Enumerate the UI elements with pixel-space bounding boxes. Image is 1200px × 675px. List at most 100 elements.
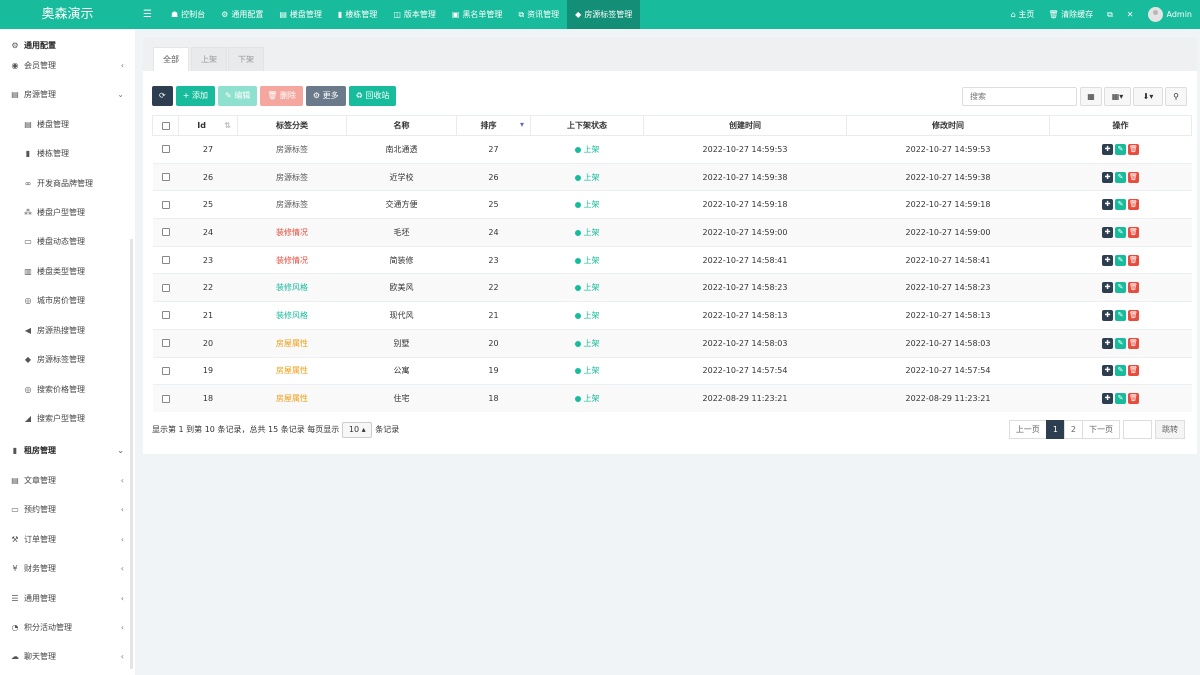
edit-icon[interactable]: ✎	[1115, 254, 1126, 266]
tab-all[interactable]: 全部	[153, 47, 189, 71]
clear-cache-button[interactable]: 🗑 清除缓存	[1048, 9, 1093, 20]
table-row[interactable]: 23 装修情况 简装修 23 上架 2022-10-27 14:58:41 2022-10-…	[152, 245, 1192, 274]
sidebar-item-20[interactable]: ◔ 积分活动管理 ‹	[0, 618, 130, 638]
topnav-item-4[interactable]: ◫ 版本管理	[385, 0, 444, 29]
fullscreen-icon[interactable]: ✕	[1127, 10, 1134, 19]
sidebar-item-19[interactable]: ☰ 通用管理 ‹	[0, 589, 130, 609]
drag-icon[interactable]: ✚	[1102, 393, 1113, 405]
delete-icon[interactable]: 🗑	[1128, 171, 1139, 183]
edit-icon[interactable]: ✎	[1115, 143, 1126, 155]
delete-icon[interactable]: 🗑	[1128, 337, 1139, 349]
sidebar-item-17[interactable]: ⚒ 订单管理 ‹	[0, 530, 130, 550]
edit-icon[interactable]: ✎	[1115, 309, 1126, 321]
row-checkbox[interactable]	[152, 162, 179, 191]
delete-icon[interactable]: 🗑	[1128, 282, 1139, 294]
cell-status[interactable]: 上架	[530, 301, 644, 330]
drag-icon[interactable]: ✚	[1102, 199, 1113, 211]
sidebar-item-1[interactable]: ◉ 会员管理 ‹	[0, 56, 130, 76]
select-all-checkbox[interactable]	[152, 115, 179, 136]
cell-status[interactable]: 上架	[530, 245, 644, 274]
row-checkbox[interactable]	[152, 135, 179, 164]
sidebar-item-16[interactable]: ▭ 预约管理 ‹	[0, 500, 130, 520]
sidebar-item-21[interactable]: ☁ 聊天管理 ‹	[0, 647, 130, 667]
edit-icon[interactable]: ✎	[1115, 171, 1126, 183]
prev-page-button[interactable]: 上一页	[1008, 420, 1047, 439]
sidebar-item-18[interactable]: ¥ 财务管理 ‹	[0, 559, 130, 579]
sidebar-item-3[interactable]: ▤ 楼盘管理	[0, 115, 130, 135]
table-row[interactable]: 25 房源标签 交通方便 25 上架 2022-10-27 14:59:18 2022-10…	[152, 190, 1192, 219]
row-checkbox[interactable]	[152, 218, 179, 247]
cell-status[interactable]: 上架	[530, 273, 644, 302]
topnav-item-0[interactable]: ☗ 控制台	[163, 0, 213, 29]
recycle-bin-button[interactable]: ♻ 回收站	[348, 86, 397, 106]
edit-icon[interactable]: ✎	[1115, 365, 1126, 377]
page-2-button[interactable]: 2	[1063, 420, 1083, 439]
sidebar-item-5[interactable]: ∞ 开发商品牌管理	[0, 174, 130, 194]
cell-status[interactable]: 上架	[530, 356, 644, 385]
delete-icon[interactable]: 🗑	[1128, 393, 1139, 405]
drag-icon[interactable]: ✚	[1102, 337, 1113, 349]
page-1-button[interactable]: 1	[1045, 420, 1065, 439]
topnav-item-1[interactable]: ⚙ 通用配置	[213, 0, 271, 29]
jump-button[interactable]: 跳转	[1155, 420, 1185, 439]
topnav-item-3[interactable]: ▮ 楼栋管理	[330, 0, 385, 29]
edit-icon[interactable]: ✎	[1115, 393, 1126, 405]
row-checkbox[interactable]	[152, 273, 179, 302]
topnav-item-7[interactable]: ◆ 房源标签管理	[567, 0, 641, 29]
sidebar-scrollbar[interactable]	[130, 239, 133, 669]
delete-icon[interactable]: 🗑	[1128, 309, 1139, 321]
user-menu[interactable]: Admin	[1147, 7, 1192, 22]
row-checkbox[interactable]	[152, 384, 179, 413]
drag-icon[interactable]: ✚	[1102, 143, 1113, 155]
cell-status[interactable]: 上架	[530, 218, 644, 247]
edit-icon[interactable]: ✎	[1115, 199, 1126, 211]
col-sort[interactable]: 排序 ▾	[456, 115, 531, 136]
export-dropdown-icon[interactable]: ⬇▾	[1133, 87, 1163, 106]
sidebar-item-8[interactable]: ▥ 楼盘类型管理	[0, 262, 130, 282]
sidebar-item-13[interactable]: ◢ 搜索户型管理	[0, 409, 130, 429]
drag-icon[interactable]: ✚	[1102, 171, 1113, 183]
home-link[interactable]: ⌂ 主页	[1011, 9, 1035, 20]
cell-status[interactable]: 上架	[530, 162, 644, 191]
row-checkbox[interactable]	[152, 190, 179, 219]
sidebar-item-2[interactable]: ▤ 房源管理 ⌄	[0, 85, 130, 105]
row-checkbox[interactable]	[152, 301, 179, 330]
edit-icon[interactable]: ✎	[1115, 337, 1126, 349]
sidebar-item-10[interactable]: ◀ 房源热搜管理	[0, 321, 130, 341]
jump-page-input[interactable]	[1123, 420, 1152, 439]
menu-toggle-icon[interactable]: ☰	[143, 0, 152, 29]
drag-icon[interactable]: ✚	[1102, 309, 1113, 321]
delete-button[interactable]: 🗑 删除	[260, 86, 303, 106]
cell-status[interactable]: 上架	[530, 135, 644, 164]
topnav-item-5[interactable]: ▣ 黑名单管理	[444, 0, 511, 29]
tab-on-shelf[interactable]: 上架	[191, 47, 227, 71]
delete-icon[interactable]: 🗑	[1128, 254, 1139, 266]
columns-dropdown-icon[interactable]: ▦▾	[1104, 87, 1131, 106]
table-row[interactable]: 21 装修风格 现代风 21 上架 2022-10-27 14:58:13 2022-10-…	[152, 301, 1192, 330]
edit-icon[interactable]: ✎	[1115, 226, 1126, 238]
sidebar-item-12[interactable]: ◎ 搜索价格管理	[0, 380, 130, 400]
sidebar-item-14[interactable]: ▮ 租房管理 ⌄	[0, 441, 130, 461]
table-row[interactable]: 27 房源标签 南北通透 27 上架 2022-10-27 14:59:53 2022-10…	[152, 135, 1192, 164]
edit-icon[interactable]: ✎	[1115, 282, 1126, 294]
table-row[interactable]: 19 房屋属性 公寓 19 上架 2022-10-27 14:57:54 2022-10-2…	[152, 356, 1192, 385]
row-checkbox[interactable]	[152, 245, 179, 274]
drag-icon[interactable]: ✚	[1102, 254, 1113, 266]
row-checkbox[interactable]	[152, 328, 179, 357]
cell-status[interactable]: 上架	[530, 328, 644, 357]
sidebar-item-4[interactable]: ▮ 楼栋管理	[0, 144, 130, 164]
refresh-button[interactable]: ⟳	[152, 86, 173, 106]
delete-icon[interactable]: 🗑	[1128, 143, 1139, 155]
cell-status[interactable]: 上架	[530, 384, 644, 413]
tab-off-shelf[interactable]: 下架	[228, 47, 264, 71]
language-icon[interactable]: ⧉	[1107, 10, 1113, 20]
page-size-select[interactable]: 10 ▴	[342, 421, 373, 438]
edit-button[interactable]: ✎ 编辑	[217, 86, 258, 106]
topnav-item-2[interactable]: ▤ 楼盘管理	[271, 0, 330, 29]
delete-icon[interactable]: 🗑	[1128, 199, 1139, 211]
table-row[interactable]: 18 房屋属性 住宅 18 上架 2022-08-29 11:23:21 2022-08-2…	[152, 384, 1192, 413]
delete-icon[interactable]: 🗑	[1128, 226, 1139, 238]
sidebar-item-6[interactable]: ⁂ 楼盘户型管理	[0, 203, 130, 223]
next-page-button[interactable]: 下一页	[1082, 420, 1120, 439]
sidebar-item-0[interactable]: ⚙ 通用配置	[0, 36, 130, 56]
